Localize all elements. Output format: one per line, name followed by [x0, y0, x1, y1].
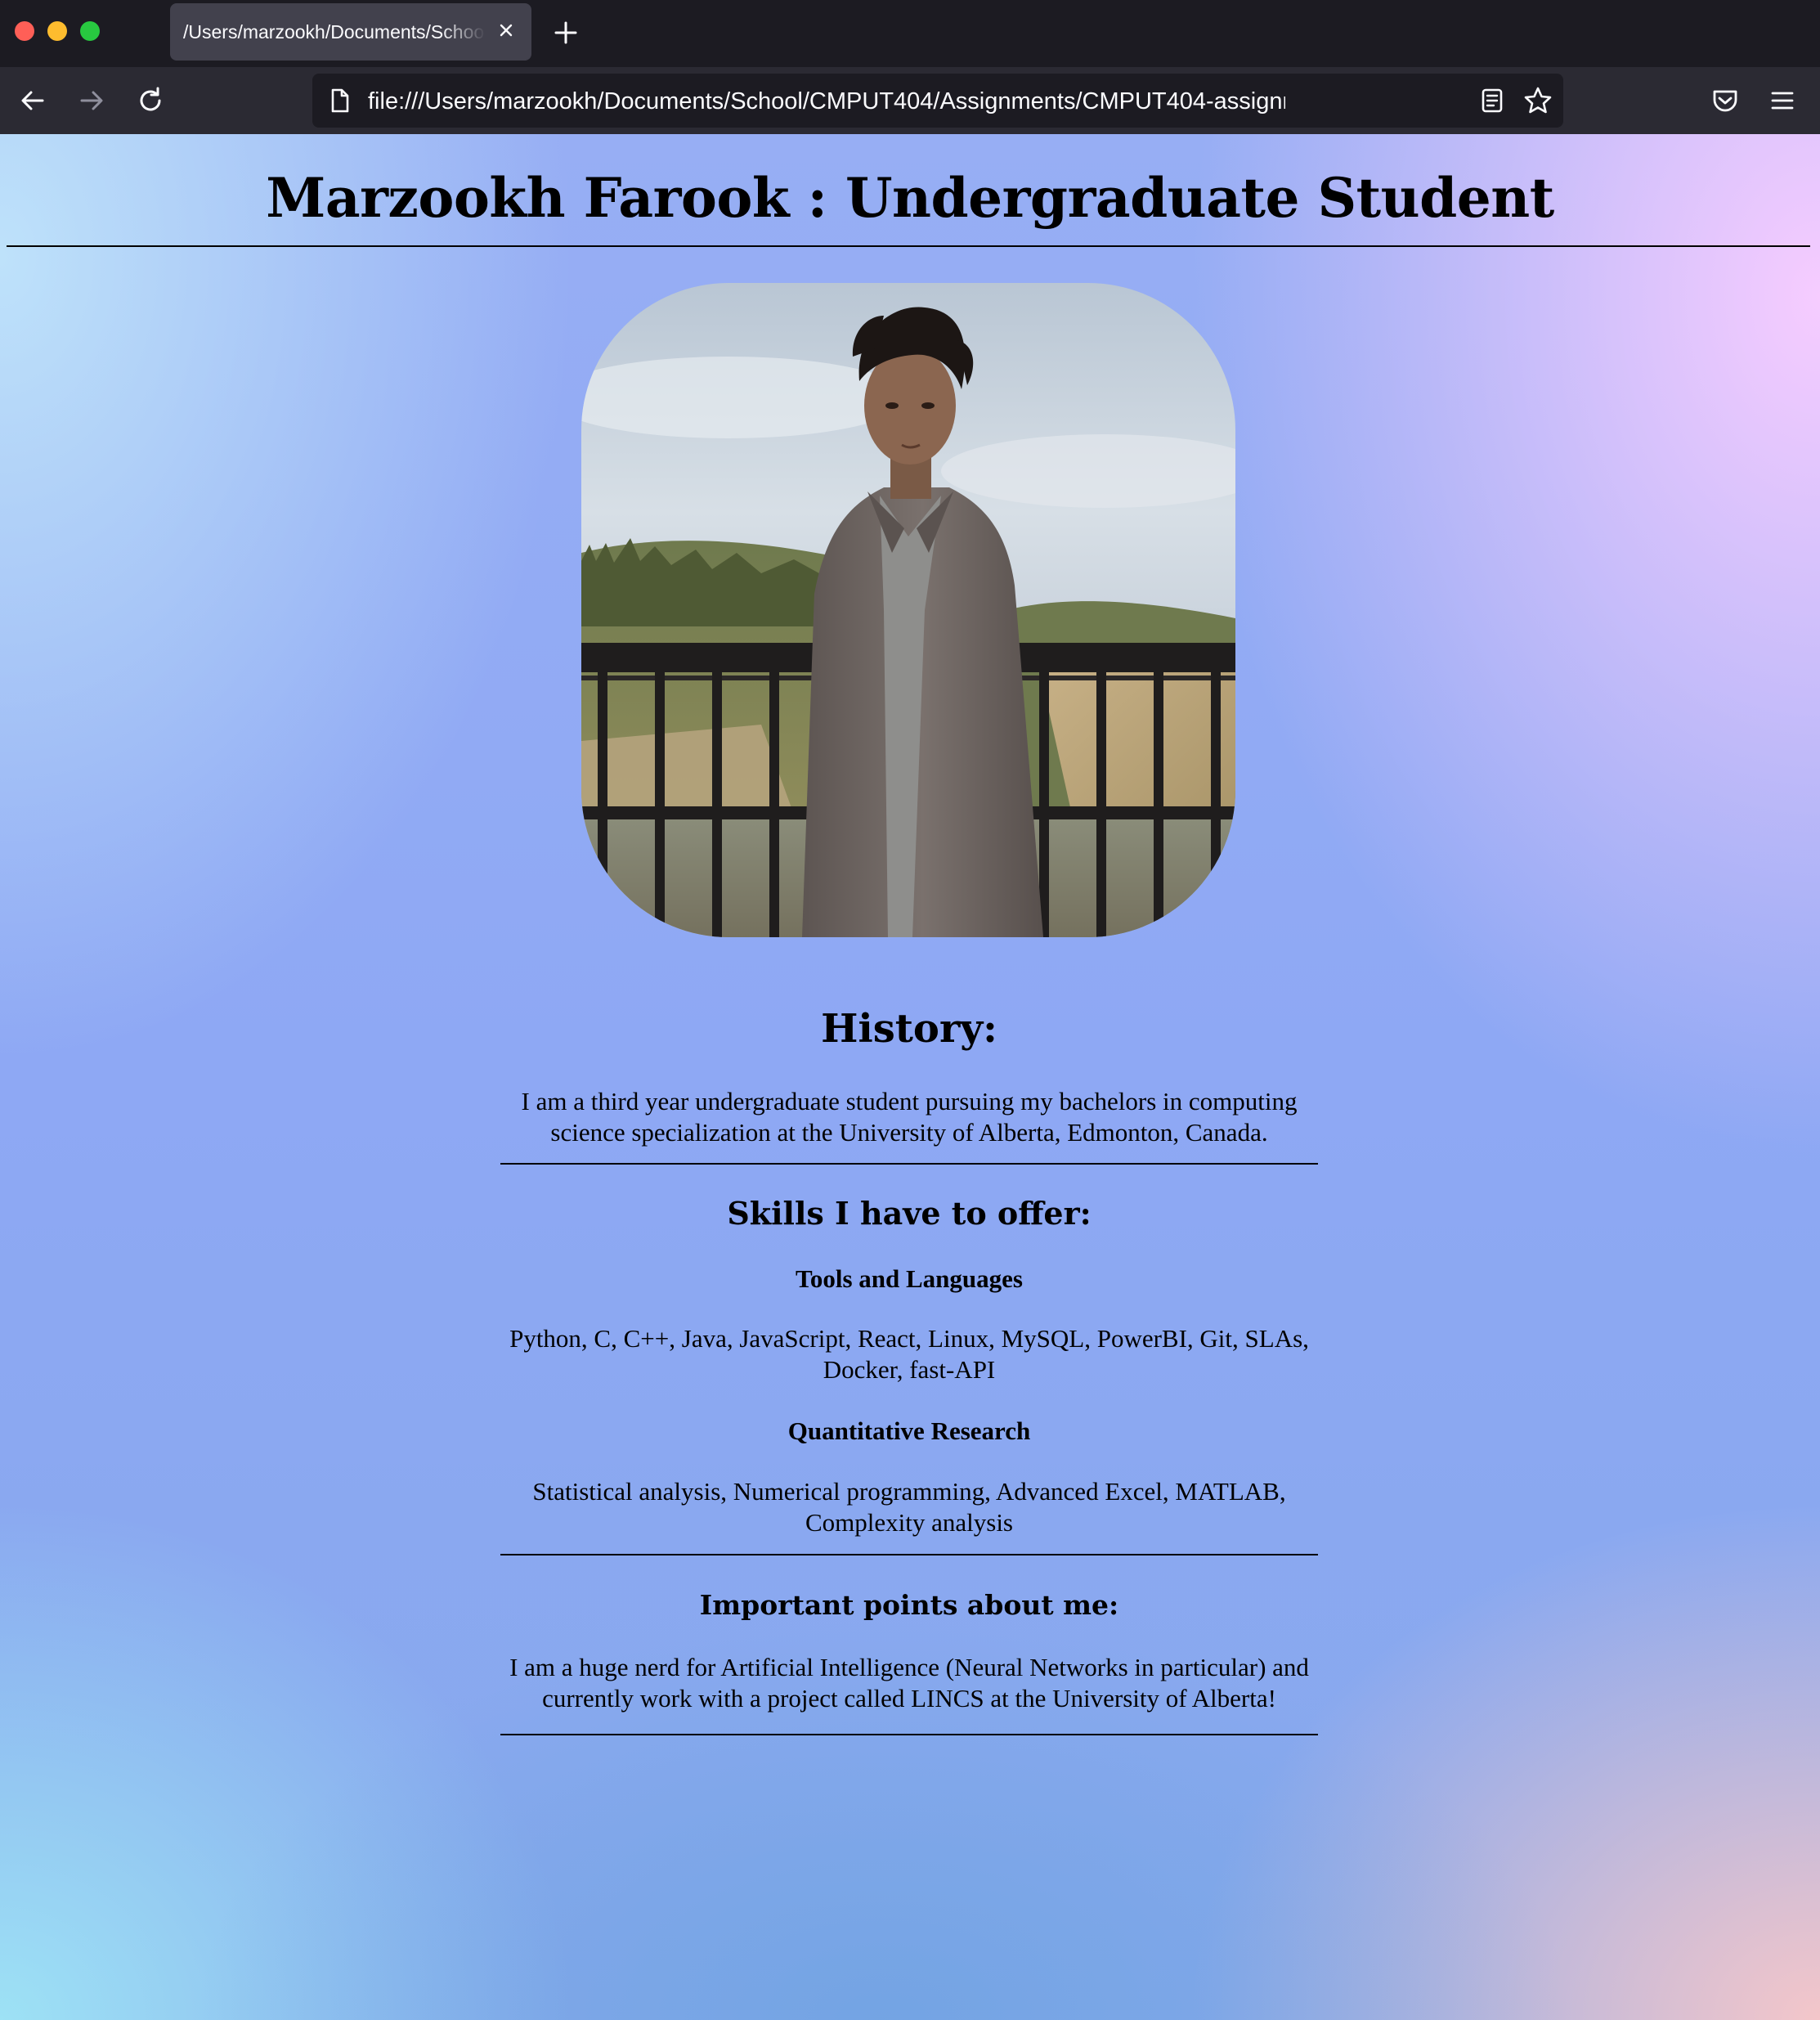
hamburger-menu-icon[interactable] — [1766, 84, 1799, 117]
tab-bar: /Users/marzookh/Documents/School/CMPUT40… — [0, 0, 1820, 67]
history-heading: History: — [821, 1006, 997, 1052]
tools-heading: Tools and Languages — [796, 1264, 1023, 1293]
close-tab-icon[interactable] — [494, 18, 518, 43]
forward-arrow-icon[interactable] — [74, 83, 110, 119]
title-divider — [7, 245, 1810, 247]
browser-tab[interactable]: /Users/marzookh/Documents/School/CMPUT40… — [170, 3, 531, 61]
profile-photo — [581, 283, 1235, 937]
tools-text: Python, C, C++, Java, JavaScript, React,… — [509, 1324, 1309, 1384]
back-arrow-icon[interactable] — [15, 83, 51, 119]
page-document-icon — [325, 87, 353, 114]
url-bar[interactable]: file:///Users/marzookh/Documents/School/… — [312, 74, 1563, 128]
url-text[interactable]: file:///Users/marzookh/Documents/School/… — [368, 88, 1285, 115]
bookmark-star-icon[interactable] — [1522, 85, 1553, 116]
new-tab-icon[interactable] — [549, 16, 582, 49]
quantitative-research-text: Statistical analysis, Numerical programm… — [532, 1477, 1286, 1537]
skills-heading: Skills I have to offer: — [727, 1195, 1092, 1232]
page-title: Marzookh Farook : Undergraduate Student — [266, 166, 1554, 230]
section-divider — [500, 1734, 1318, 1735]
history-text: I am a third year undergraduate student … — [521, 1087, 1298, 1147]
tab-title: /Users/marzookh/Documents/School/CMPUT40… — [183, 21, 486, 43]
navigation-toolbar: file:///Users/marzookh/Documents/School/… — [0, 67, 1820, 134]
window-minimize-button[interactable] — [47, 21, 67, 41]
pocket-icon[interactable] — [1709, 84, 1742, 117]
important-points-text: I am a huge nerd for Artificial Intellig… — [509, 1653, 1309, 1713]
window-close-button[interactable] — [15, 21, 34, 41]
important-points-heading: Important points about me: — [699, 1589, 1119, 1621]
reload-icon[interactable] — [132, 83, 168, 119]
section-divider — [500, 1163, 1318, 1165]
reader-view-icon[interactable] — [1478, 87, 1506, 114]
page-content: Marzookh Farook : Undergraduate Student — [0, 134, 1820, 2020]
window-maximize-button[interactable] — [80, 21, 100, 41]
quantitative-research-heading: Quantitative Research — [787, 1416, 1031, 1445]
section-divider — [500, 1554, 1318, 1555]
